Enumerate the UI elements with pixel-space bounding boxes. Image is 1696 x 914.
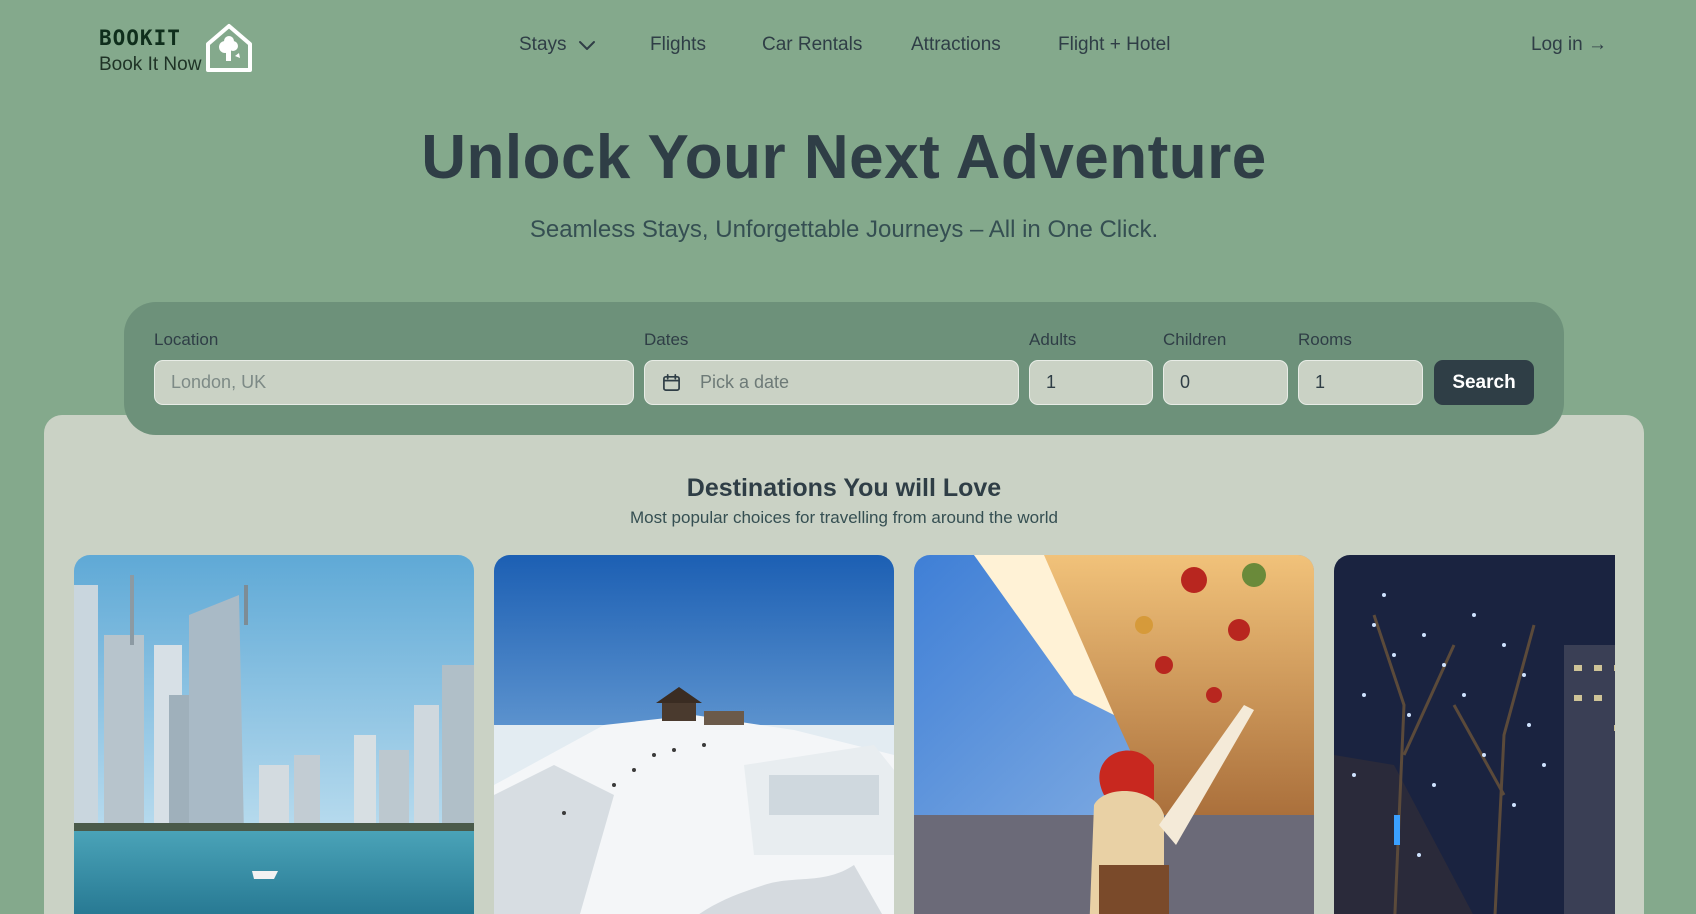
login-link[interactable]: Log in → — [1531, 34, 1607, 56]
destination-card[interactable] — [74, 555, 474, 914]
destination-card[interactable] — [914, 555, 1314, 914]
rooms-input[interactable]: 1 — [1298, 360, 1423, 405]
destination-card[interactable] — [494, 555, 894, 914]
destinations-title: Destinations You will Love — [686, 474, 1002, 502]
calendar-icon — [663, 374, 680, 391]
nav-stays[interactable]: Stays — [519, 34, 596, 56]
nav-car-rentals[interactable]: Car Rentals — [762, 34, 862, 56]
chevron-down-icon — [578, 40, 595, 50]
children-input[interactable]: 0 — [1163, 360, 1288, 405]
adults-input[interactable]: 1 — [1029, 360, 1153, 405]
night-street-image — [1334, 555, 1615, 914]
site-header: BOOKIT Book It Now Stays Flights Car Ren… — [0, 0, 1696, 96]
children-label: Children — [1163, 330, 1227, 349]
christmas-market-image — [914, 555, 1314, 914]
destination-card[interactable] — [1334, 555, 1615, 914]
nav-stays-label: Stays — [519, 34, 567, 55]
city-marina-image — [74, 555, 474, 914]
dates-label: Dates — [644, 330, 689, 349]
date-picker[interactable]: Pick a date — [644, 360, 1019, 405]
destinations-subtitle: Most popular choices for travelling from… — [629, 508, 1059, 527]
location-input[interactable]: London, UK — [154, 360, 634, 405]
location-label: Location — [154, 330, 219, 349]
search-button[interactable]: Search — [1434, 360, 1534, 405]
destination-cards — [74, 555, 1615, 914]
rooms-label: Rooms — [1298, 330, 1352, 349]
snowy-mountain-image — [494, 555, 894, 914]
hero-title: Unlock Your Next Adventure — [421, 123, 1267, 192]
hero-subtitle: Seamless Stays, Unforgettable Journeys –… — [529, 216, 1159, 243]
nav-flights[interactable]: Flights — [650, 34, 706, 56]
date-placeholder: Pick a date — [700, 372, 790, 392]
main-nav: Stays Flights Car Rentals Attractions Fl… — [0, 34, 1696, 62]
nav-attractions[interactable]: Attractions — [911, 34, 1001, 56]
adults-label: Adults — [1029, 330, 1077, 349]
nav-flight-hotel[interactable]: Flight + Hotel — [1058, 34, 1170, 56]
